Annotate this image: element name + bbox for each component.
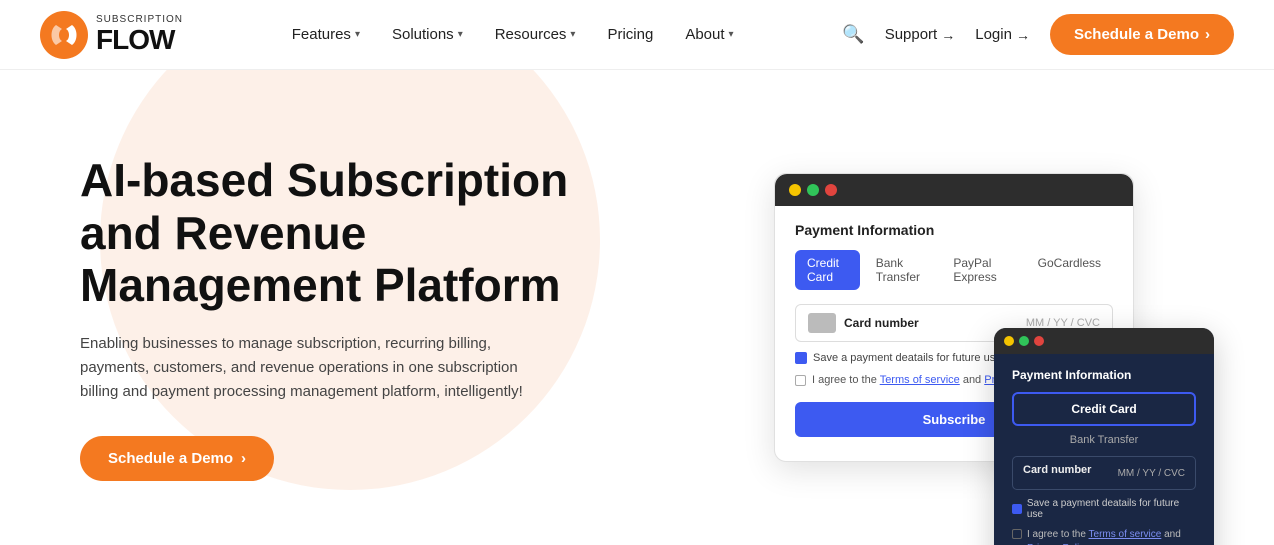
card-number-left: Card number (808, 313, 919, 333)
nav-actions: 🔍 Support → Login → Schedule a Demo › (842, 14, 1234, 55)
window-chrome-back (994, 328, 1214, 354)
back-save-row: Save a payment deatails for future use (1012, 498, 1196, 520)
back-card-number-row: Card number MM / YY / CVC (1012, 456, 1196, 490)
back-card-label: Card number (1023, 464, 1091, 476)
chrome-dot-green (807, 184, 819, 196)
back-save-label: Save a payment deatails for future use (1027, 498, 1196, 520)
back-credit-card-button[interactable]: Credit Card (1012, 392, 1196, 426)
back-terms-label: I agree to the Terms of service and Priv… (1027, 528, 1196, 545)
navbar: SUBSCRIPTION FLOW Features ▾ Solutions ▾… (0, 0, 1274, 70)
tab-credit-card[interactable]: Credit Card (795, 250, 860, 290)
schedule-demo-button-hero[interactable]: Schedule a Demo › (80, 436, 274, 481)
payment-info-title: Payment Information (795, 222, 1113, 238)
nav-resources[interactable]: Resources ▾ (495, 26, 576, 43)
logo-subscription: SUBSCRIPTION (96, 14, 183, 25)
chevron-down-icon: ▾ (355, 29, 360, 40)
logo-flow: FLOW (96, 25, 183, 56)
window-chrome-front (775, 174, 1133, 206)
arrow-icon: › (241, 450, 246, 467)
terms-link[interactable]: Terms of service (880, 374, 960, 386)
tab-paypal[interactable]: PayPal Express (941, 250, 1021, 290)
chrome-dot-yellow-back (1004, 336, 1014, 346)
save-payment-label: Save a payment deatails for future use (813, 352, 1001, 364)
back-bank-transfer-link[interactable]: Bank Transfer (1012, 434, 1196, 446)
hero-visual: Payment Information Credit Card Bank Tra… (774, 173, 1194, 462)
arrow-icon: → (941, 27, 955, 43)
search-icon[interactable]: 🔍 (842, 24, 864, 45)
nav-about[interactable]: About ▾ (685, 26, 733, 43)
chevron-down-icon: ▾ (729, 29, 734, 40)
payment-tabs: Credit Card Bank Transfer PayPal Express… (795, 250, 1113, 290)
back-terms-row: I agree to the Terms of service and Priv… (1012, 528, 1196, 545)
chevron-down-icon: ▾ (458, 29, 463, 40)
save-checkbox[interactable] (795, 352, 807, 364)
chrome-dot-red (825, 184, 837, 196)
back-terms-link[interactable]: Terms of service (1089, 529, 1162, 540)
back-payment-title: Payment Information (1012, 368, 1196, 382)
hero-content: AI-based Subscription and Revenue Manage… (80, 154, 600, 482)
arrow-icon: › (1205, 26, 1210, 43)
tab-gocardless[interactable]: GoCardless (1026, 250, 1113, 290)
back-card-date-hint: MM / YY / CVC (1118, 468, 1185, 479)
nav-features[interactable]: Features ▾ (292, 26, 360, 43)
tab-bank-transfer[interactable]: Bank Transfer (864, 250, 938, 290)
arrow-icon: → (1016, 27, 1030, 43)
back-save-checkbox[interactable] (1012, 504, 1022, 514)
hero-title: AI-based Subscription and Revenue Manage… (80, 154, 600, 313)
hero-description: Enabling businesses to manage subscripti… (80, 332, 540, 404)
nav-pricing[interactable]: Pricing (607, 26, 653, 43)
hero-section: AI-based Subscription and Revenue Manage… (0, 70, 1274, 545)
support-link[interactable]: Support → (885, 26, 956, 43)
card-chip-icon (808, 313, 836, 333)
nav-links: Features ▾ Solutions ▾ Resources ▾ Prici… (292, 26, 734, 43)
chrome-dot-yellow (789, 184, 801, 196)
card-number-label: Card number (844, 316, 919, 330)
payment-card-back: Payment Information Credit Card Bank Tra… (994, 328, 1214, 545)
chevron-down-icon: ▾ (570, 29, 575, 40)
schedule-demo-button-nav[interactable]: Schedule a Demo › (1050, 14, 1234, 55)
chrome-dot-red-back (1034, 336, 1044, 346)
logo-icon (40, 11, 88, 59)
logo[interactable]: SUBSCRIPTION FLOW (40, 11, 183, 59)
terms-checkbox[interactable] (795, 375, 806, 386)
login-link[interactable]: Login → (975, 26, 1030, 43)
logo-text: SUBSCRIPTION FLOW (96, 14, 183, 56)
chrome-dot-green-back (1019, 336, 1029, 346)
nav-solutions[interactable]: Solutions ▾ (392, 26, 463, 43)
back-terms-checkbox[interactable] (1012, 529, 1022, 539)
